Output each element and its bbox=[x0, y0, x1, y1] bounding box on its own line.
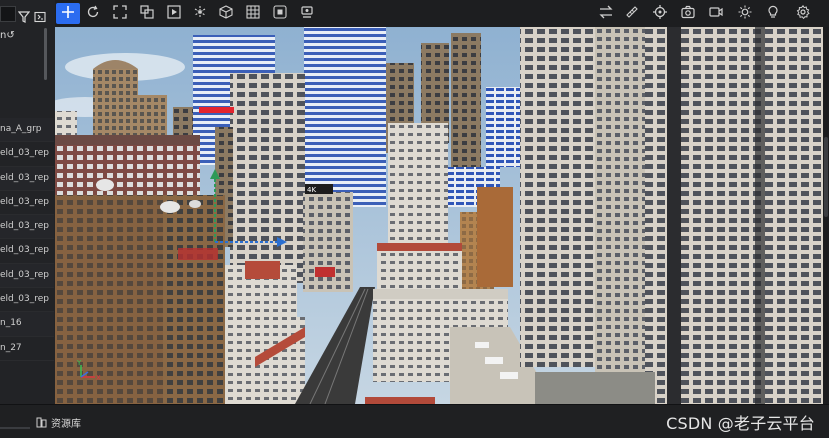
refresh-button[interactable] bbox=[81, 3, 105, 24]
asset-library-icon bbox=[36, 413, 47, 432]
list-item[interactable]: eld_03_rep bbox=[0, 166, 54, 191]
expand-button[interactable] bbox=[108, 3, 132, 24]
camera-bookmark-button[interactable] bbox=[295, 3, 319, 24]
camera-button[interactable] bbox=[676, 3, 700, 24]
viewport-scrollbar[interactable] bbox=[823, 27, 829, 404]
list-item[interactable]: eld_03_rep bbox=[0, 288, 54, 313]
axis-y-label: Y bbox=[76, 359, 82, 367]
settings-button[interactable] bbox=[791, 3, 815, 24]
grid-icon bbox=[246, 4, 260, 23]
scale-button[interactable] bbox=[135, 3, 159, 24]
target-button[interactable] bbox=[648, 3, 672, 24]
list-item[interactable]: n_27 bbox=[0, 337, 54, 361]
editor-window: n↺ na_A_grp eld_03_rep eld_03_rep eld_03… bbox=[0, 0, 829, 438]
outliner-list: na_A_grp eld_03_rep eld_03_rep eld_03_re… bbox=[0, 118, 54, 361]
add-icon bbox=[61, 4, 75, 23]
target-icon bbox=[653, 4, 667, 23]
outliner-panel: n↺ na_A_grp eld_03_rep eld_03_rep eld_03… bbox=[0, 0, 56, 404]
light-bulb-icon bbox=[766, 4, 780, 23]
axis-x-label: X bbox=[96, 374, 101, 382]
list-item[interactable]: na_A_grp bbox=[0, 118, 54, 143]
refresh-icon bbox=[86, 4, 100, 23]
focus-icon bbox=[273, 4, 287, 23]
list-item[interactable]: eld_03_rep bbox=[0, 263, 54, 289]
list-item[interactable]: eld_03_rep bbox=[0, 142, 54, 167]
list-item[interactable]: eld_03_rep bbox=[0, 191, 54, 216]
play-button[interactable] bbox=[162, 3, 186, 24]
list-item[interactable]: n_16 bbox=[0, 312, 54, 337]
light-bulb-button[interactable] bbox=[761, 3, 785, 24]
measure-button[interactable] bbox=[620, 3, 644, 24]
grid-button[interactable] bbox=[241, 3, 265, 24]
scale-icon bbox=[140, 4, 154, 23]
gizmo-button[interactable] bbox=[188, 3, 212, 24]
sun-icon bbox=[738, 4, 752, 23]
tab-asset-library[interactable]: 资源库 bbox=[36, 414, 81, 430]
bottom-panel: 资源库 CSDN @老子云平台 bbox=[0, 404, 829, 438]
bottom-panel-handle[interactable] bbox=[0, 414, 30, 430]
billboard-label: 4K bbox=[307, 186, 316, 194]
collapse-panel-icon[interactable] bbox=[34, 8, 46, 23]
gizmo-icon bbox=[193, 4, 207, 23]
add-button[interactable] bbox=[56, 3, 80, 24]
video-button[interactable] bbox=[704, 3, 728, 24]
sun-button[interactable] bbox=[733, 3, 757, 24]
filter-icon[interactable] bbox=[17, 8, 31, 23]
play-icon bbox=[167, 4, 181, 23]
outliner-search-input[interactable] bbox=[0, 6, 16, 22]
focus-button[interactable] bbox=[268, 3, 292, 24]
cube-icon bbox=[219, 4, 233, 23]
transfer-button[interactable] bbox=[594, 3, 618, 24]
cube-button[interactable] bbox=[214, 3, 238, 24]
city-scene: 4K Y X bbox=[55, 27, 823, 404]
video-icon bbox=[709, 4, 723, 23]
watermark-text: CSDN @老子云平台 bbox=[666, 414, 815, 433]
camera-bookmark-icon bbox=[300, 4, 314, 23]
outliner-top-item[interactable]: n↺ bbox=[0, 30, 15, 41]
outliner-scrollbar[interactable] bbox=[44, 28, 47, 80]
3d-viewport[interactable]: 4K Y X bbox=[55, 27, 823, 404]
measure-icon bbox=[625, 4, 639, 23]
viewport-toolbar bbox=[55, 0, 829, 28]
expand-icon bbox=[113, 4, 127, 23]
tab-asset-library-label: 资源库 bbox=[51, 418, 81, 430]
camera-icon bbox=[681, 4, 695, 23]
list-item[interactable]: eld_03_rep bbox=[0, 215, 54, 240]
settings-icon bbox=[796, 4, 810, 23]
transfer-icon bbox=[599, 4, 613, 23]
list-item[interactable]: eld_03_rep bbox=[0, 239, 54, 264]
